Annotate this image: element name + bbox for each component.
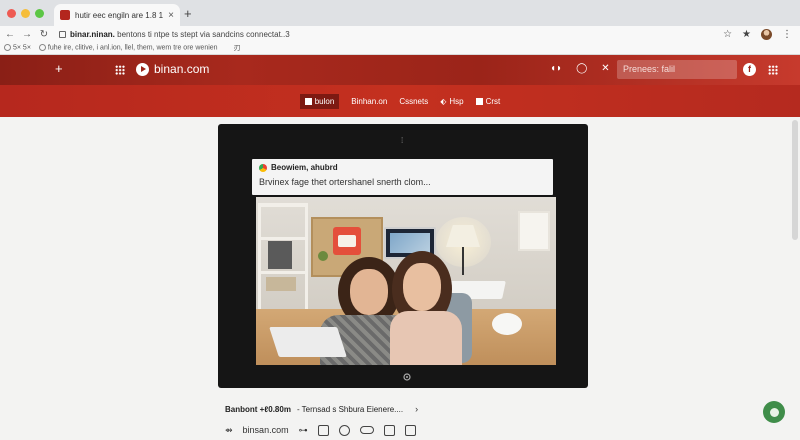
sync-icon[interactable] <box>338 424 350 436</box>
site-logo-icon[interactable] <box>136 63 149 76</box>
square-icon <box>475 97 483 105</box>
photo-person-face <box>403 263 441 311</box>
photo-laptop <box>269 327 347 357</box>
notification-body: Brvinex fage thet ortershanel snerth clo… <box>259 177 431 187</box>
bookmark-item-3[interactable]: 刃 <box>234 43 241 53</box>
clipboard-icon[interactable] <box>404 424 416 436</box>
caption-title: Banbont +ℓ0.80m <box>225 404 291 414</box>
back-arrow-icon[interactable]: ← <box>3 29 17 40</box>
square-icon <box>304 97 312 105</box>
site-header: + binan.com ◖◗ ◯ ✕ Prenees: falil f <box>0 55 800 85</box>
chrome-icon <box>259 163 267 172</box>
window-minimize-button[interactable] <box>21 9 30 18</box>
apps-grid-icon[interactable] <box>115 65 125 75</box>
video-caption[interactable]: Banbont +ℓ0.80m - Ternsad s Shbura Eiene… <box>225 404 418 414</box>
notification-banner[interactable]: Beowiem, ahubrd Brvinex fage thet orters… <box>252 159 553 195</box>
frame-handle-icon: ⁞ <box>401 136 404 145</box>
bookmark-item-2[interactable]: fuhe ire, clitive, i anl.ion, llel, them… <box>38 44 218 52</box>
bookmarks-bar: 5× 5× fuhe ire, clitive, i anl.ion, llel… <box>0 42 800 55</box>
lock-icon[interactable] <box>59 30 66 38</box>
video-player[interactable]: ⁞ Beowiem, ahubrd Brvinex fage thet orte… <box>218 124 588 388</box>
notification-title: Beowiem, ahubrd <box>271 163 338 172</box>
photo-box <box>266 277 296 291</box>
facebook-icon[interactable]: f <box>743 63 756 76</box>
site-favicon-icon <box>60 10 70 20</box>
header-search-input[interactable]: Prenees: falil <box>617 60 737 79</box>
bottom-domain[interactable]: binsan.com <box>243 425 289 435</box>
toggle-pill-icon[interactable] <box>359 426 374 434</box>
window-close-button[interactable] <box>7 9 16 18</box>
window-maximize-button[interactable] <box>35 9 44 18</box>
floating-chat-button[interactable] <box>763 401 785 423</box>
photo-box <box>268 241 292 269</box>
close-icon[interactable]: ✕ <box>601 63 609 74</box>
circle-icon[interactable]: ◯ <box>576 63 587 74</box>
site-name[interactable]: binan.com <box>154 62 209 76</box>
url-path: bentons ti ntpe ts stept via sandcins co… <box>117 29 290 39</box>
photo-person-face <box>350 269 388 315</box>
bookmark-globe-icon <box>4 44 11 52</box>
photo-plant <box>318 251 328 261</box>
link-icon[interactable]: ⊶ <box>299 425 308 436</box>
caption-subtitle: - Ternsad s Shbura Eienere.... <box>296 404 404 414</box>
url-field[interactable]: binar.ninan. bentons ti ntpe ts stept vi… <box>70 30 290 39</box>
url-host: binar.ninan. <box>70 29 115 39</box>
reload-icon[interactable]: ↻ <box>37 29 51 40</box>
bookmark-icon[interactable] <box>317 424 329 436</box>
subnav-item-cssnets[interactable]: Cssnets <box>399 97 428 106</box>
photo-person-body <box>390 311 462 365</box>
tab-title: hutir eec engiln are 1.8 1 0* <box>75 10 164 20</box>
photo-wall-frame <box>518 211 550 251</box>
browser-tab-active[interactable]: hutir eec engiln are 1.8 1 0* × <box>54 4 180 26</box>
bookmark-globe-icon <box>38 44 46 52</box>
photo-lamp-stem <box>462 247 464 275</box>
header-icon-group: ◖◗ ◯ ✕ <box>550 63 610 74</box>
photo-shelf-divider <box>258 271 308 274</box>
settings-gear-icon[interactable] <box>402 372 412 382</box>
photo-mouse <box>492 313 522 335</box>
forward-arrow-icon[interactable]: → <box>20 29 34 40</box>
apps-grid-icon-right[interactable] <box>768 65 778 75</box>
page-scrollbar[interactable] <box>792 120 798 240</box>
add-icon[interactable]: + <box>55 61 63 76</box>
profile-avatar[interactable] <box>761 28 772 40</box>
browser-actions: ☆ ★ ⋮ <box>723 26 792 42</box>
document-icon[interactable] <box>383 424 395 436</box>
bottom-toolbar: ⇴ binsan.com ⊶ <box>225 423 416 437</box>
browser-menu-icon[interactable]: ⋮ <box>782 29 792 40</box>
chevron-right-icon[interactable]: › <box>415 404 418 414</box>
new-tab-button[interactable]: + <box>184 6 192 21</box>
main-content: ⁞ Beowiem, ahubrd Brvinex fage thet orte… <box>0 117 800 440</box>
sub-navigation: bulon Binhan.on Cssnets ⬖ Hsp Crst <box>0 85 800 117</box>
tag-icon: ⬖ <box>440 96 447 106</box>
bookmark-item-1[interactable]: 5× 5× <box>4 44 31 52</box>
share-icon[interactable]: ⇴ <box>225 425 233 436</box>
photo-poster <box>333 227 361 255</box>
address-bar-row: ← → ↻ binar.ninan. bentons ti ntpe ts st… <box>0 26 800 42</box>
subnav-item-hsp[interactable]: ⬖ Hsp <box>440 97 463 106</box>
toggle-icon[interactable]: ◖◗ <box>550 63 562 74</box>
tab-close-icon[interactable]: × <box>168 10 174 21</box>
subnav-item-crst[interactable]: Crst <box>475 97 500 106</box>
subnav-item-bulon[interactable]: bulon <box>299 93 340 109</box>
video-frame-image <box>256 197 556 365</box>
bookmark-star-outline-icon[interactable]: ☆ <box>723 29 732 40</box>
photo-shelf-divider <box>258 237 308 240</box>
browser-tabstrip: hutir eec engiln are 1.8 1 0* × + <box>0 0 800 26</box>
bookmark-star-icon[interactable]: ★ <box>742 29 751 40</box>
subnav-item-binhan[interactable]: Binhan.on <box>351 97 387 106</box>
